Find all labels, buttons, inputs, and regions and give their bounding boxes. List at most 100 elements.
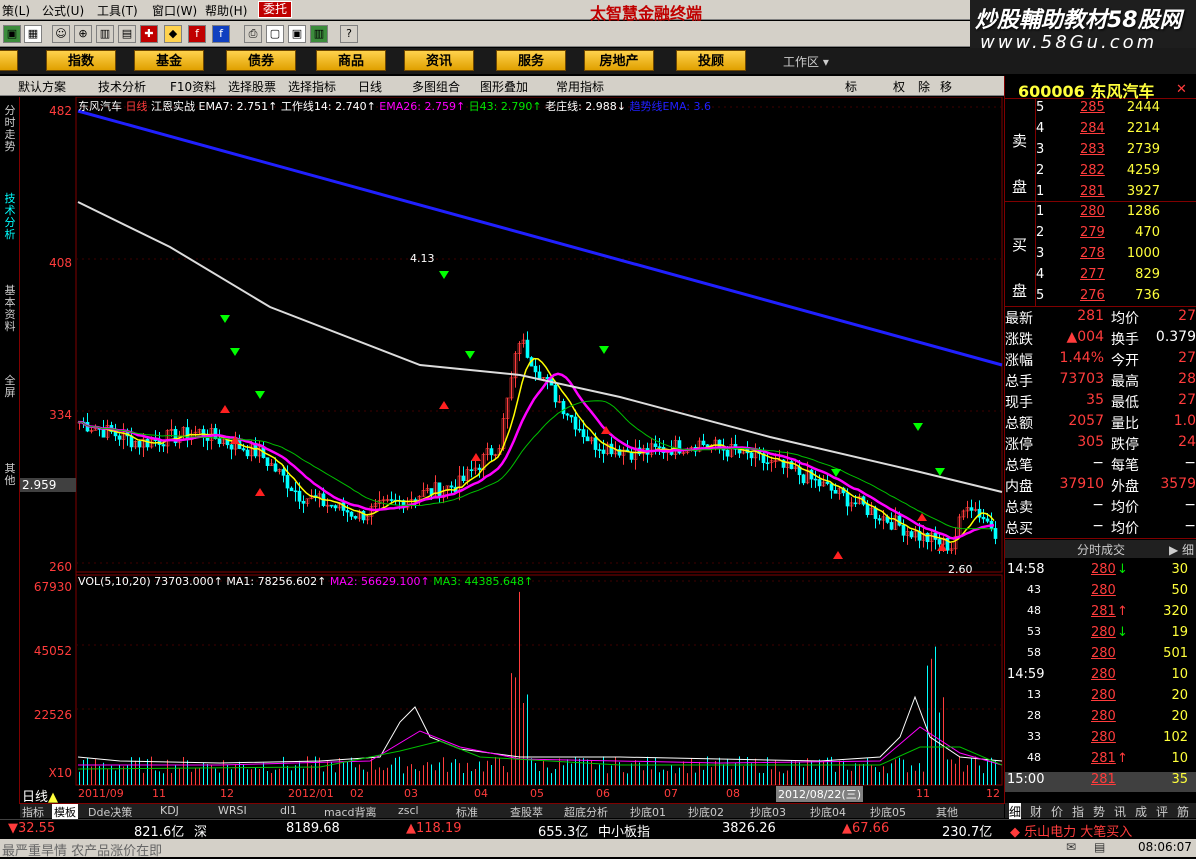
tab-wrsi[interactable]: WRSI (218, 804, 247, 817)
sell-level-3[interactable]: 3 283 2739 (1036, 142, 1196, 162)
tab-fundamentals[interactable]: 基本资料 (2, 285, 18, 345)
help-pointer-icon[interactable]: ? (340, 25, 358, 43)
quote-label-2: 每笔 (1111, 458, 1139, 474)
tech-analysis-button[interactable]: 技术分析 (98, 78, 146, 95)
right-tab-6[interactable]: 成 (1135, 803, 1147, 820)
tab-dde[interactable]: Dde决策 (88, 804, 132, 820)
layout-icon[interactable]: ▣ (288, 25, 306, 43)
tab-bottom04[interactable]: 抄底04 (810, 804, 846, 820)
tab-fullscreen[interactable]: 全屏 (2, 375, 18, 405)
right-tab-5[interactable]: 讯 (1114, 803, 1126, 820)
window-icon[interactable]: ▢ (266, 25, 284, 43)
nav-button-realestate[interactable]: 房地产 (584, 50, 654, 71)
nav-button-fund[interactable]: 基金 (134, 50, 204, 71)
diamond-icon[interactable]: ◆ (164, 25, 182, 43)
menu-item-strategy[interactable]: 策(L) (2, 2, 30, 19)
sell-level-4[interactable]: 2 282 4259 (1036, 163, 1196, 183)
sell-signal-icon (465, 351, 475, 359)
f10-icon[interactable]: f (188, 25, 206, 43)
buy-level-5[interactable]: 5 276 736 (1036, 288, 1196, 308)
right-tab-2[interactable]: 价 (1051, 803, 1063, 820)
workarea-label[interactable]: 工作区 ▾ (783, 53, 829, 70)
multi-chart-button[interactable]: 多图组合 (412, 78, 460, 95)
news-ticker[interactable]: ◆ 乐山电力 大笔买入 (1010, 821, 1132, 840)
sell-level-2[interactable]: 4 284 2214 (1036, 121, 1196, 141)
buy-level-1[interactable]: 1 280 1286 (1036, 204, 1196, 224)
tab-bottom03[interactable]: 抄底03 (750, 804, 786, 820)
bars-icon[interactable]: ▥ (96, 25, 114, 43)
select-indicator-button[interactable]: 选择指标 (288, 78, 336, 95)
nav-button-partial[interactable]: 股 (0, 50, 18, 71)
delegate-button[interactable]: 委托 (258, 1, 293, 18)
chart-icon[interactable]: ▤ (118, 25, 136, 43)
default-scheme-button[interactable]: 默认方案 (18, 78, 66, 95)
tab-dl1[interactable]: dl1 (280, 804, 297, 817)
f10-button[interactable]: F10资料 (170, 78, 216, 95)
menu-item-help[interactable]: 帮助(H) (205, 2, 247, 19)
menu-item-formula[interactable]: 公式(U) (42, 2, 84, 19)
tab-standard[interactable]: 标准 (456, 804, 478, 820)
rights-button[interactable]: 权 (893, 78, 905, 95)
date-tick-10: 08 (726, 787, 740, 800)
nav-button-service[interactable]: 服务 (496, 50, 566, 71)
binoculars-icon[interactable]: ⊕ (74, 25, 92, 43)
tab-macd[interactable]: macd背离 (324, 804, 377, 820)
nav-button-bond[interactable]: 债券 (226, 50, 296, 71)
right-tab-3[interactable]: 指 (1072, 803, 1084, 820)
ticks-detail-toggle[interactable]: ▶ 细 (1169, 541, 1194, 558)
ticker-icon[interactable]: ▤ (1094, 840, 1105, 854)
nav-button-advisor[interactable]: 投顾 (676, 50, 746, 71)
tab-bottom-analysis[interactable]: 超底分析 (564, 804, 608, 820)
sell-level-1[interactable]: 5 285 2444 (1036, 100, 1196, 120)
tab-indicator[interactable]: 指标 (22, 804, 44, 820)
exclude-button[interactable]: 除 (918, 78, 930, 95)
tab-bottom01[interactable]: 抄底01 (630, 804, 666, 820)
menu-item-window[interactable]: 窗口(W) (152, 2, 197, 19)
tab-template[interactable]: 模板 (52, 804, 78, 820)
buy-level-2[interactable]: 2 279 470 (1036, 225, 1196, 245)
sz-amount: 655.3亿 (538, 825, 589, 840)
news-headline[interactable]: 最严重旱情 农产品涨价在即 (2, 840, 162, 859)
buy-level-4[interactable]: 4 277 829 (1036, 267, 1196, 287)
overlay-button[interactable]: 图形叠加 (480, 78, 528, 95)
kline-chart-area[interactable] (20, 96, 1004, 803)
grid-icon[interactable]: ▦ (24, 25, 42, 43)
tab-tech-analysis[interactable]: 技术分析 (2, 193, 18, 253)
f-icon[interactable]: f (212, 25, 230, 43)
flag-icon[interactable]: ▣ (3, 25, 21, 43)
books-icon[interactable]: ▥ (310, 25, 328, 43)
tab-kdj[interactable]: KDJ (160, 804, 179, 817)
level-volume: 736 (1135, 288, 1160, 303)
tab-bottom05[interactable]: 抄底05 (870, 804, 906, 820)
tick-time: 28 (1027, 709, 1041, 722)
right-tab-4[interactable]: 势 (1093, 803, 1105, 820)
select-stock-button[interactable]: 选择股票 (228, 78, 276, 95)
print-icon[interactable]: ⎙ (244, 25, 262, 43)
pin-icon[interactable]: ✚ (140, 25, 158, 43)
tab-other-indicators[interactable]: 其他 (936, 804, 958, 820)
buy-level-3[interactable]: 3 278 1000 (1036, 246, 1196, 266)
nav-button-news[interactable]: 资讯 (404, 50, 474, 71)
right-tab-0[interactable]: 细 (1009, 803, 1022, 820)
tab-intraday[interactable]: 分时走势 (2, 105, 18, 165)
level-number: 1 (1036, 184, 1045, 199)
tab-other[interactable]: 其他 (2, 463, 18, 493)
right-tab-8[interactable]: 筋 (1177, 803, 1189, 820)
mark-button[interactable]: 标 (845, 78, 857, 95)
tab-stock-picker[interactable]: 查股萃 (510, 804, 543, 820)
menu-item-tools[interactable]: 工具(T) (97, 2, 138, 19)
tab-zscl[interactable]: zscl (398, 804, 419, 817)
daily-period-button[interactable]: 日线 (358, 78, 382, 95)
nav-button-commodity[interactable]: 商品 (316, 50, 386, 71)
common-indicator-button[interactable]: 常用指标 (556, 78, 604, 95)
sell-level-5[interactable]: 1 281 3927 (1036, 184, 1196, 204)
right-tab-7[interactable]: 评 (1156, 803, 1168, 820)
kline-chart-svg[interactable] (20, 96, 1004, 803)
move-button[interactable]: 移 (940, 78, 952, 95)
people-icon[interactable]: ☺ (52, 25, 70, 43)
close-icon[interactable]: ✕ (1176, 82, 1187, 97)
right-tab-1[interactable]: 财 (1030, 803, 1042, 820)
tab-bottom02[interactable]: 抄底02 (688, 804, 724, 820)
nav-button-index[interactable]: 指数 (46, 50, 116, 71)
mail-icon[interactable]: ✉ (1066, 840, 1076, 854)
